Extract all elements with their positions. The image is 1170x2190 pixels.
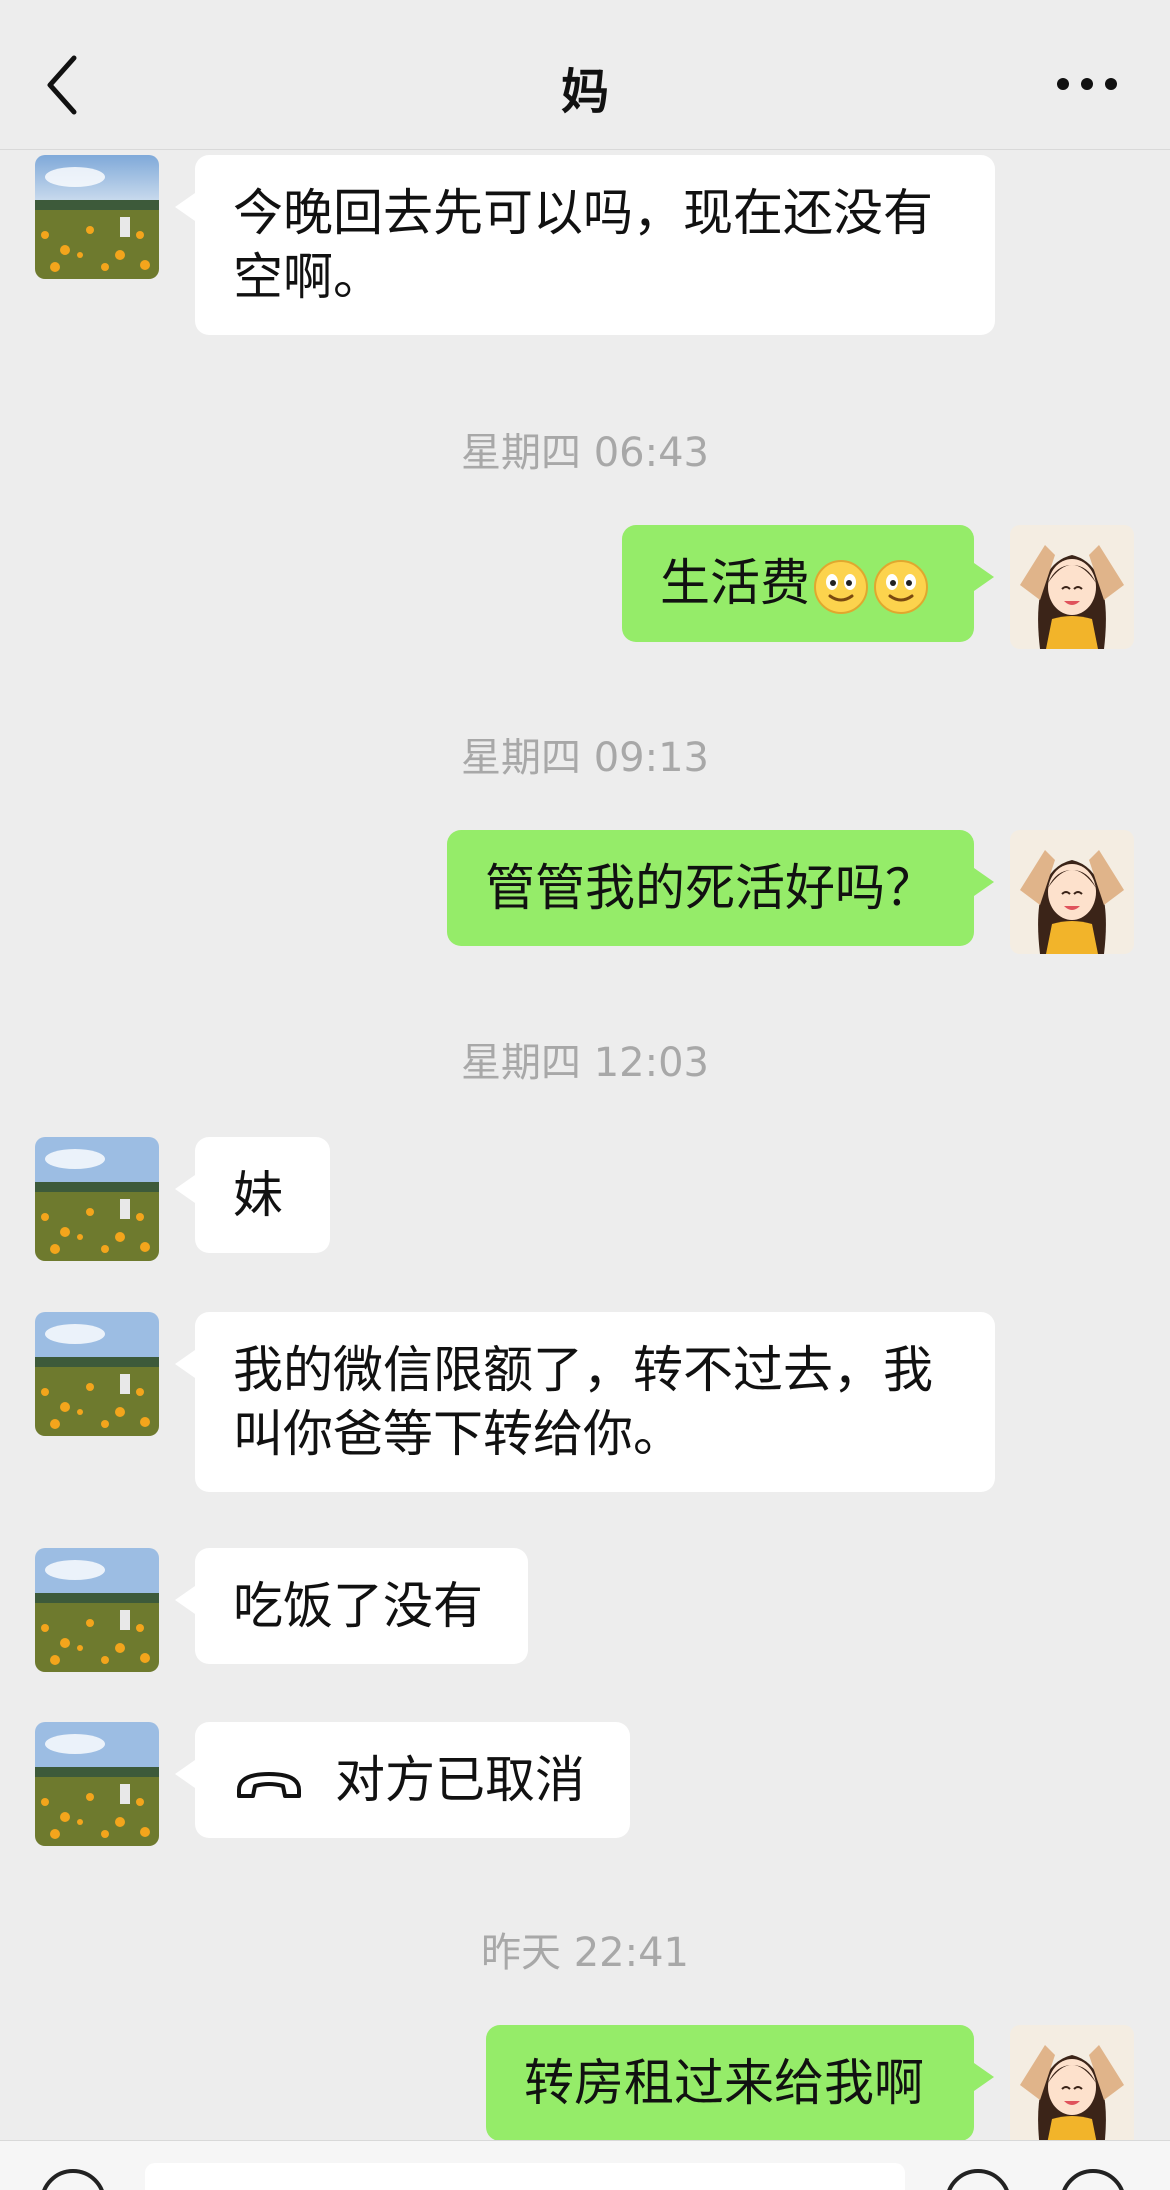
more-horizontal-icon	[1057, 78, 1117, 90]
emoji-button[interactable]	[945, 2169, 1011, 2190]
message-text: 管管我的死活好吗？	[485, 859, 935, 917]
call-record-bubble[interactable]: 对方已取消	[175, 1722, 630, 1838]
phone-hangup-icon	[237, 1771, 301, 1798]
message-text: 妹	[233, 1166, 283, 1224]
my-avatar[interactable]	[1010, 2025, 1134, 2149]
message-bubble-received[interactable]: 妹	[175, 1137, 330, 1253]
message-bubble-received[interactable]: 我的微信限额了，转不过去，我叫你爸等下转给你。	[175, 1312, 995, 1492]
slightly-smiling-face-emoji	[814, 559, 868, 614]
voice-toggle-button[interactable]	[40, 2169, 106, 2190]
message-bubble-sent[interactable]: 生活费	[622, 525, 994, 642]
timestamp: 昨天 22:41	[481, 1930, 689, 1976]
my-avatar[interactable]	[1010, 525, 1134, 649]
contact-avatar[interactable]	[35, 1548, 159, 1672]
message-bubble-received[interactable]: 今晚回去先可以吗，现在还没有空啊。	[175, 155, 995, 335]
more-actions-button[interactable]	[1060, 2169, 1126, 2190]
message-text: 今晚回去先可以吗，现在还没有空啊。	[233, 184, 933, 306]
call-status-text: 对方已取消	[335, 1751, 585, 1809]
more-button[interactable]	[1054, 66, 1120, 102]
chat-header: 妈	[0, 0, 1170, 150]
message-bubble-received[interactable]: 吃饭了没有	[175, 1548, 528, 1664]
message-text: 生活费	[660, 554, 810, 612]
contact-avatar[interactable]	[35, 155, 159, 279]
contact-avatar[interactable]	[35, 1137, 159, 1261]
contact-avatar[interactable]	[35, 1722, 159, 1846]
contact-avatar[interactable]	[35, 1312, 159, 1436]
message-bubble-sent[interactable]: 管管我的死活好吗？	[447, 830, 994, 946]
chat-title: 妈	[560, 64, 609, 120]
chat-screen: 妈 今晚回去先可以吗，现在还没有空啊。 星期四 06:43 生活费 星期四 09…	[0, 0, 1170, 2190]
message-bubble-sent[interactable]: 转房租过来给我啊	[486, 2025, 994, 2141]
timestamp: 星期四 12:03	[461, 1040, 709, 1086]
message-input[interactable]	[145, 2163, 905, 2190]
message-text: 转房租过来给我啊	[524, 2054, 924, 2112]
my-avatar[interactable]	[1010, 830, 1134, 954]
timestamp: 星期四 09:13	[461, 735, 709, 781]
slightly-smiling-face-emoji	[874, 559, 928, 614]
input-bar	[0, 2140, 1170, 2190]
message-text: 我的微信限额了，转不过去，我叫你爸等下转给你。	[233, 1341, 933, 1463]
message-text: 吃饭了没有	[233, 1577, 483, 1635]
timestamp: 星期四 06:43	[461, 430, 709, 476]
